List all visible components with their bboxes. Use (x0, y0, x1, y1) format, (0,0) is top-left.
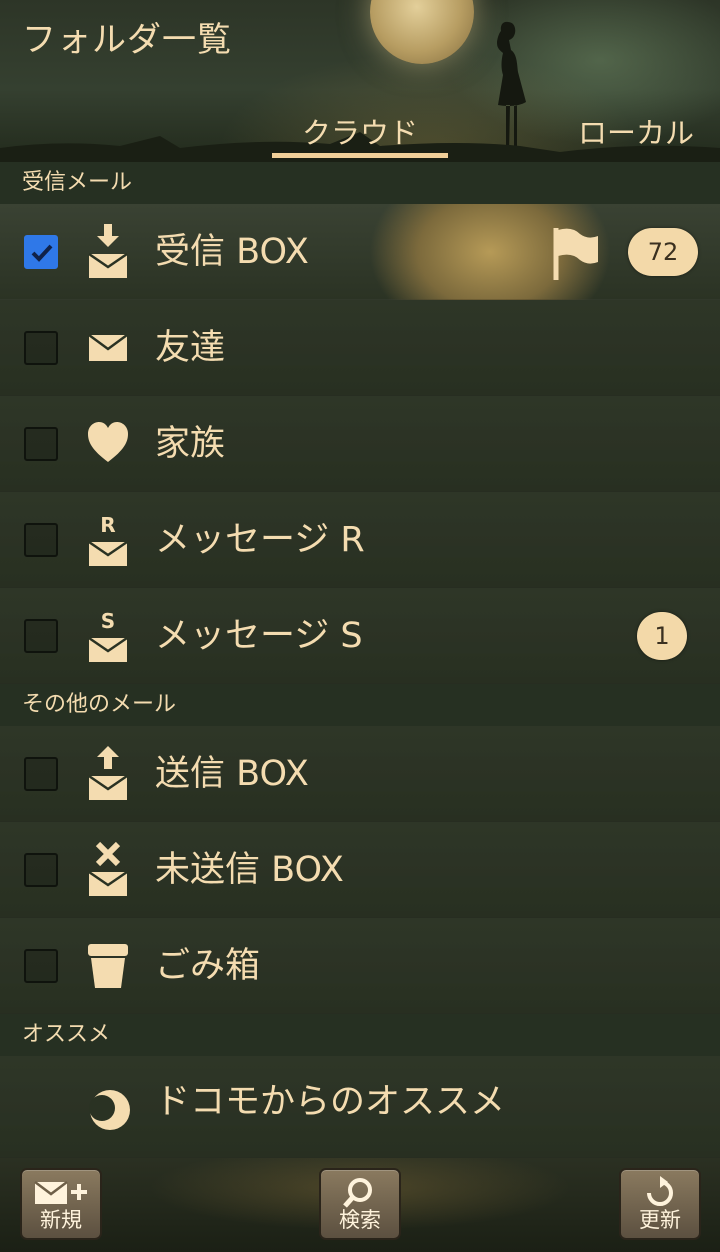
folder-label: ごみ箱 (155, 946, 261, 986)
unsent-x-icon (88, 841, 128, 896)
folder-checkbox[interactable] (24, 331, 58, 365)
tab-cloud[interactable]: クラウド (272, 110, 448, 152)
folder-row-family[interactable]: 家族 (0, 396, 720, 492)
folder-checkbox[interactable] (24, 427, 58, 461)
moon-decoration (370, 0, 474, 64)
folder-row-message-r[interactable]: R メッセージ R (0, 492, 720, 588)
recommend-row-docomo[interactable]: ドコモからのオススメ (0, 1056, 720, 1158)
recommend-label: ドコモからのオススメ (155, 1082, 506, 1122)
flag-icon[interactable] (550, 226, 600, 282)
trash-icon (88, 944, 128, 988)
svg-text:R: R (100, 513, 115, 537)
folder-label: 送信 BOX (155, 754, 309, 794)
message-s-icon: S (88, 609, 128, 662)
folder-label: 受信 BOX (155, 232, 309, 272)
search-button[interactable]: 検索 (319, 1168, 401, 1240)
folder-checkbox[interactable] (24, 523, 58, 557)
envelope-icon (88, 333, 128, 361)
folder-row-inbox[interactable]: 受信 BOX 72 (0, 204, 720, 300)
refresh-label: 更新 (639, 1208, 681, 1232)
folder-label: 未送信 BOX (155, 850, 344, 890)
folder-row-message-s[interactable]: S メッセージ S 1 (0, 588, 720, 684)
heart-icon (88, 422, 128, 462)
message-r-icon: R (88, 513, 128, 566)
section-header-inbox: 受信メール (0, 162, 720, 204)
unread-count-badge: 1 (637, 612, 687, 660)
bottom-toolbar: 新規 検索 更新 (0, 1158, 720, 1252)
crescent-moon-icon (89, 1090, 130, 1130)
folder-checkbox[interactable] (24, 619, 58, 653)
folder-row-friends[interactable]: 友達 (0, 300, 720, 396)
folder-label: メッセージ S (155, 616, 363, 656)
folder-label: 家族 (155, 424, 226, 464)
unread-count-badge: 72 (628, 228, 698, 276)
svg-text:S: S (101, 609, 115, 633)
folder-row-outbox[interactable]: 送信 BOX (0, 726, 720, 822)
header: フォルダ一覧 クラウド ローカル (0, 0, 720, 162)
folder-checkbox[interactable] (24, 235, 58, 269)
tab-local[interactable]: ローカル (578, 110, 694, 152)
inbox-download-icon (88, 224, 128, 278)
active-tab-indicator (272, 153, 448, 158)
check-icon (31, 244, 53, 262)
outbox-upload-icon (88, 746, 128, 800)
section-header-other: その他のメール (0, 684, 720, 726)
section-header-recommend: オススメ (0, 1014, 720, 1056)
refresh-button[interactable]: 更新 (619, 1168, 701, 1240)
folder-checkbox[interactable] (24, 949, 58, 983)
folder-row-unsent[interactable]: 未送信 BOX (0, 822, 720, 918)
folder-label: メッセージ R (155, 520, 365, 560)
folder-checkbox[interactable] (24, 757, 58, 791)
folder-label: 友達 (155, 328, 226, 368)
search-label: 検索 (339, 1208, 381, 1232)
new-mail-label: 新規 (40, 1208, 82, 1232)
folder-row-trash[interactable]: ごみ箱 (0, 918, 720, 1014)
page-title: フォルダ一覧 (22, 20, 232, 60)
folder-checkbox[interactable] (24, 853, 58, 887)
new-mail-button[interactable]: 新規 (20, 1168, 102, 1240)
